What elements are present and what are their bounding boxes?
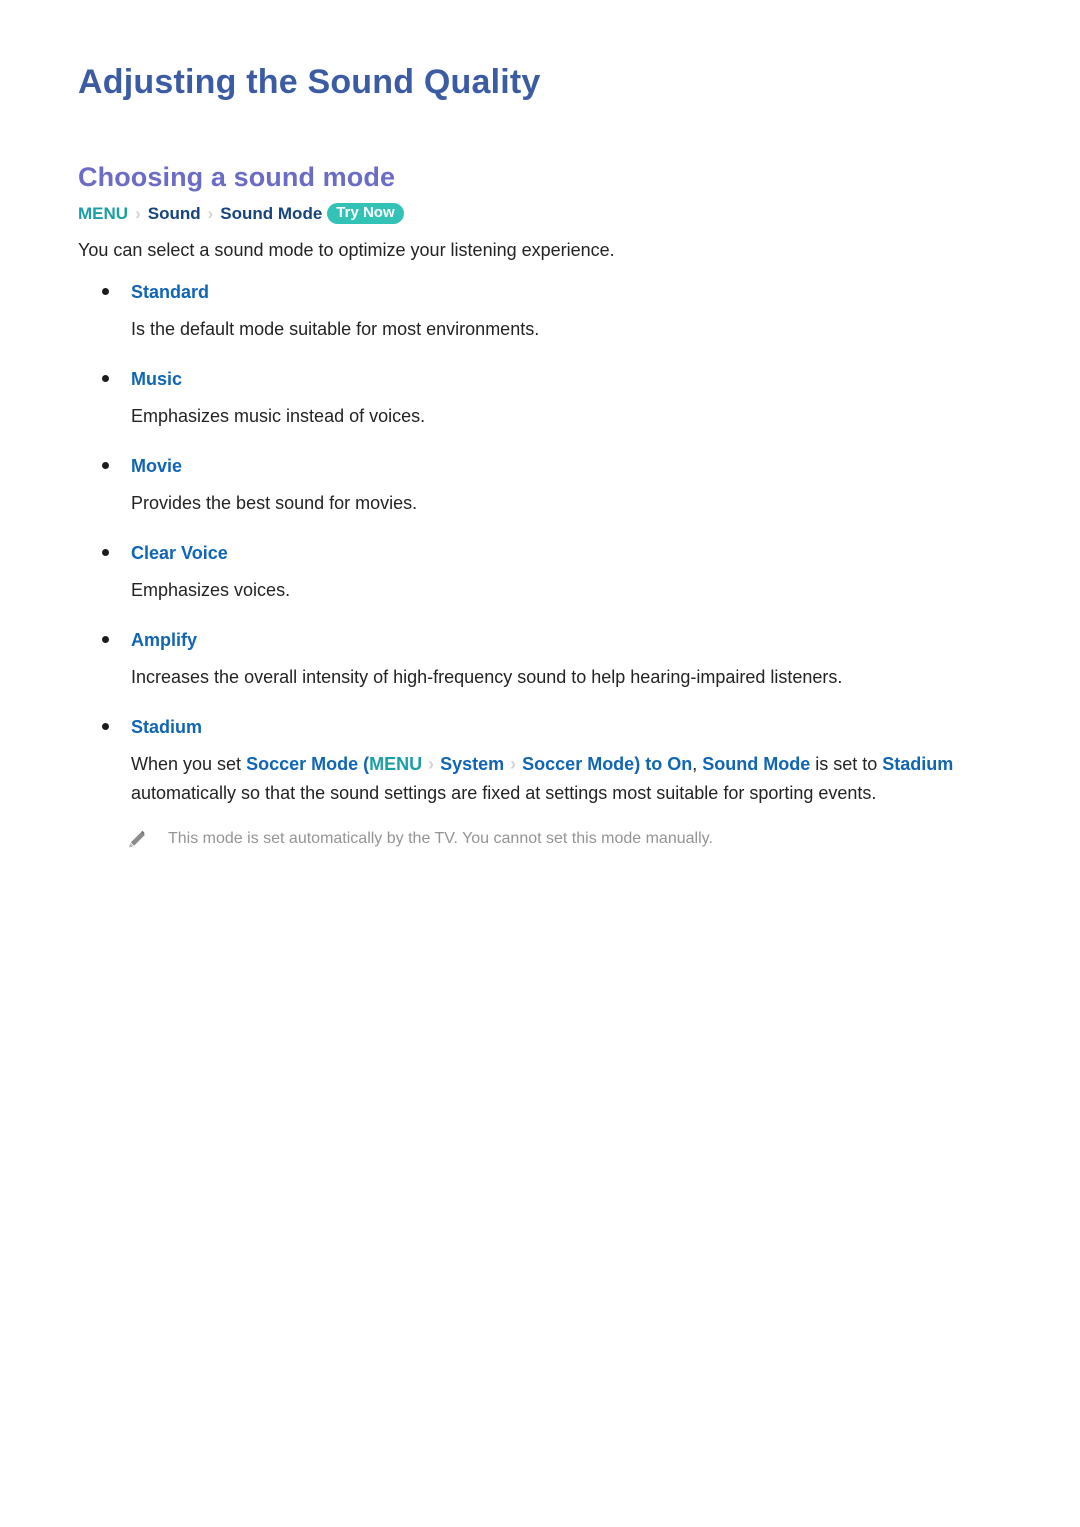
bullet-dot-icon xyxy=(102,549,109,557)
bullet-dot-icon xyxy=(102,375,109,383)
bullet-dot-icon xyxy=(102,462,109,470)
bullet-dot-icon xyxy=(102,636,109,644)
list-item: Standard xyxy=(78,279,1002,306)
mode-label-stadium: Stadium xyxy=(131,717,203,738)
stadium-text-4: , xyxy=(692,754,703,775)
mode-description-movie: Provides the best sound for movies. xyxy=(131,493,418,514)
breadcrumb-item-sound[interactable]: Sound xyxy=(148,204,201,223)
chevron-right-icon: › xyxy=(135,204,141,224)
keyword-soccer-mode-2: Soccer Mode xyxy=(522,754,635,775)
chevron-right-icon: › xyxy=(510,754,517,775)
note-text: This mode is set automatically by the TV… xyxy=(168,830,713,848)
pencil-icon xyxy=(126,829,148,851)
sound-mode-list: Standard Is the default mode suitable fo… xyxy=(78,279,1002,808)
page-title: Adjusting the Sound Quality xyxy=(78,63,541,101)
intro-paragraph: You can select a sound mode to optimize … xyxy=(78,240,615,261)
keyword-on: On xyxy=(667,754,693,775)
chevron-right-icon: › xyxy=(207,204,214,224)
mode-description-clear-voice: Emphasizes voices. xyxy=(131,580,291,601)
section-title: Choosing a sound mode xyxy=(78,161,396,192)
mode-label-standard: Standard xyxy=(131,282,210,303)
mode-label-movie: Movie xyxy=(131,456,183,477)
list-item: Movie xyxy=(78,453,1002,480)
keyword-menu: MENU xyxy=(369,754,423,775)
mode-description-amplify: Increases the overall intensity of high-… xyxy=(131,667,843,688)
stadium-text-3: ) to xyxy=(634,754,668,775)
try-now-badge[interactable]: Try Now xyxy=(327,203,404,225)
list-item: Amplify xyxy=(78,627,1002,654)
bullet-dot-icon xyxy=(102,723,109,731)
mode-label-amplify: Amplify xyxy=(131,630,198,651)
keyword-system: System xyxy=(440,754,505,775)
stadium-text-2: ( xyxy=(358,754,370,775)
note-row: This mode is set automatically by the TV… xyxy=(126,826,1002,852)
breadcrumb-item-sound-mode[interactable]: Sound Mode xyxy=(220,204,322,223)
mode-label-clear-voice: Clear Voice xyxy=(131,543,228,564)
mode-description-stadium: When you set Soccer Mode (MENU › System › So… xyxy=(131,750,1002,808)
stadium-text-1: When you set xyxy=(131,754,247,775)
list-item: Stadium xyxy=(78,714,1002,741)
list-item: Music xyxy=(78,366,1002,393)
mode-description-standard: Is the default mode suitable for most en… xyxy=(131,319,540,340)
breadcrumb: MENU › Sound › Sound Mode Try Now xyxy=(78,201,1002,227)
mode-description-music: Emphasizes music instead of voices. xyxy=(131,406,426,427)
chevron-right-icon: › xyxy=(428,754,435,775)
document-page: Adjusting the Sound Quality Choosing a s… xyxy=(0,0,1080,1527)
keyword-soccer-mode: Soccer Mode xyxy=(246,754,359,775)
list-item: Clear Voice xyxy=(78,540,1002,567)
stadium-text-5: is set to xyxy=(810,754,883,775)
breadcrumb-item-menu[interactable]: MENU xyxy=(78,204,128,223)
keyword-sound-mode: Sound Mode xyxy=(702,754,811,775)
keyword-stadium: Stadium xyxy=(882,754,954,775)
stadium-text-6: automatically so that the sound settings… xyxy=(131,783,877,804)
mode-label-music: Music xyxy=(131,369,183,390)
bullet-dot-icon xyxy=(102,288,109,296)
